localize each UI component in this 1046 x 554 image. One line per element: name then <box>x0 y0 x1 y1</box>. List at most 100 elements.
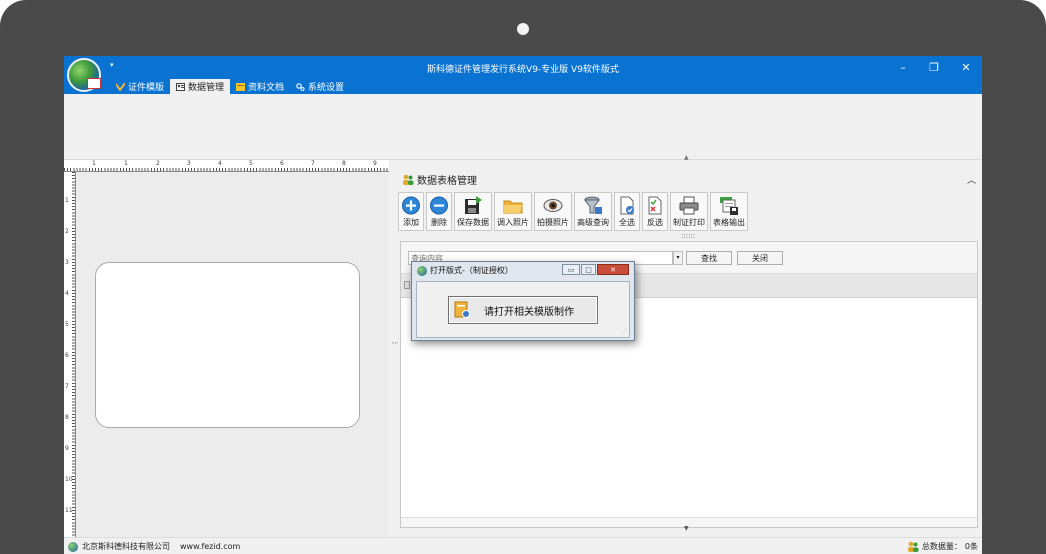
row-selector-header[interactable] <box>404 281 410 289</box>
company-website[interactable]: www.fezid.com <box>180 542 240 551</box>
folder-icon <box>503 200 523 214</box>
add-label: 添加 <box>403 218 419 227</box>
open-template-label: 请打开相关模版制作 <box>484 306 574 318</box>
status-company: 北京斯科德科技有限公司 www.fezid.com <box>68 541 240 552</box>
invert-select-label: 反选 <box>647 218 663 227</box>
ruler-tick: 6 <box>65 352 69 359</box>
menu-item-label: 系统设置 <box>308 83 345 93</box>
status-total: 总数据量： 0条 <box>907 541 978 552</box>
card-canvas[interactable] <box>95 262 360 428</box>
template-icon <box>116 82 125 91</box>
menu-item-label: 数据管理 <box>188 83 225 93</box>
ruler-tick: 2 <box>156 160 160 167</box>
ruler-tick: 9 <box>373 160 377 167</box>
select-all-label: 全选 <box>619 218 635 227</box>
collapse-down-arrow[interactable]: ▼ <box>684 525 689 532</box>
company-name: 北京斯科德科技有限公司 <box>82 542 170 551</box>
ribbon-area <box>64 94 982 160</box>
laptop-bezel: ▾ 斯科德证件管理发行系统V9-专业版 V9软件版式 – ❐ ✕ 证件模版 数据… <box>0 0 1046 554</box>
ruler-tick: 1 <box>124 160 128 167</box>
ruler-tick: 8 <box>342 160 346 167</box>
ruler-tick: 5 <box>249 160 253 167</box>
collapse-panel-button[interactable]: ︿ <box>967 173 976 186</box>
dialog-minimize-button[interactable]: ▭ <box>562 264 580 275</box>
import-photo-label: 调入照片 <box>497 218 529 227</box>
delete-label: 删除 <box>431 218 447 227</box>
ruler-tick: 3 <box>187 160 191 167</box>
dialog-title-bar[interactable]: 打开版式-（制证授权） ▭ □ ✕ <box>412 262 634 279</box>
ruler-tick: 1 <box>65 197 69 204</box>
save-data-button[interactable]: 保存数据 <box>454 192 492 231</box>
open-template-dialog: 打开版式-（制证授权） ▭ □ ✕ 请打开相关模版制作 ⋰ <box>411 261 635 341</box>
close-button[interactable]: ✕ <box>956 61 976 74</box>
add-button[interactable]: 添加 <box>398 192 424 231</box>
dialog-title: 打开版式-（制证授权） <box>430 266 513 275</box>
ruler-tick: 4 <box>218 160 222 167</box>
camera-eye-icon <box>543 199 563 212</box>
export-table-label: 表格输出 <box>713 218 745 227</box>
add-icon <box>402 196 420 215</box>
advanced-query-button[interactable]: 高级查询 <box>574 192 612 231</box>
ruler-tick: 6 <box>280 160 284 167</box>
save-data-label: 保存数据 <box>457 218 489 227</box>
select-all-button[interactable]: 全选 <box>614 192 640 231</box>
data-panel: 数据表格管理 ︿ 添加 删除 保存数据 调入照片 拍摄照片 高级查询 全选 反选… <box>398 160 982 540</box>
filter-icon <box>584 196 602 214</box>
search-button[interactable]: 查找 <box>686 251 732 265</box>
invert-select-icon <box>648 196 662 215</box>
panel-header: 数据表格管理 ︿ <box>398 169 982 189</box>
dialog-restore-button[interactable]: □ <box>581 264 596 275</box>
ruler-tick: 7 <box>311 160 315 167</box>
panel-title: 数据表格管理 <box>417 175 477 187</box>
take-photo-label: 拍摄照片 <box>537 218 569 227</box>
select-all-icon <box>620 196 634 215</box>
template-file-icon <box>454 301 470 318</box>
ruler-tick: 2 <box>65 228 69 235</box>
menu-item-documents[interactable]: 资料文档 <box>230 79 290 94</box>
app-window: ▾ 斯科德证件管理发行系统V9-专业版 V9软件版式 – ❐ ✕ 证件模版 数据… <box>64 56 982 554</box>
delete-button[interactable]: 删除 <box>426 192 452 231</box>
horizontal-ruler: 1 1 2 3 4 5 6 7 8 9 <box>64 160 389 172</box>
app-globe-icon <box>417 265 427 276</box>
data-toolbar: 添加 删除 保存数据 调入照片 拍摄照片 高级查询 全选 反选 制证打印 表格输… <box>398 192 748 232</box>
document-icon <box>236 82 246 91</box>
users-icon <box>403 174 414 185</box>
ruler-tick: 9 <box>65 445 69 452</box>
ruler-tick: 10 <box>65 476 73 483</box>
vertical-ruler: 1 2 3 4 5 6 7 8 9 10 11 <box>64 172 76 540</box>
close-search-button[interactable]: 关闭 <box>737 251 783 265</box>
take-photo-button[interactable]: 拍摄照片 <box>534 192 572 231</box>
resize-grip[interactable]: ⋰ <box>621 328 627 335</box>
export-table-button[interactable]: 表格输出 <box>710 192 748 231</box>
company-logo-icon <box>68 541 78 552</box>
status-bar: 北京斯科德科技有限公司 www.fezid.com 总数据量： 0条 <box>64 537 982 554</box>
print-card-button[interactable]: 制证打印 <box>670 192 708 231</box>
search-dropdown-button[interactable]: ▾ <box>673 251 683 265</box>
invert-select-button[interactable]: 反选 <box>642 192 668 231</box>
printer-icon <box>679 196 699 215</box>
advanced-query-label: 高级查询 <box>577 218 609 227</box>
toolbar-grip[interactable]: :::::: <box>681 232 695 240</box>
data-icon <box>176 82 186 91</box>
open-template-button[interactable]: 请打开相关模版制作 <box>448 296 598 324</box>
restore-button[interactable]: ❐ <box>924 61 944 74</box>
print-card-label: 制证打印 <box>673 218 705 227</box>
total-label: 总数据量： <box>921 542 962 551</box>
menu-item-data[interactable]: 数据管理 <box>170 79 231 94</box>
save-icon <box>465 196 482 214</box>
ruler-tick: 1 <box>92 160 96 167</box>
menu-item-label: 资料文档 <box>248 83 285 93</box>
dialog-close-button[interactable]: ✕ <box>597 264 629 275</box>
minimize-button[interactable]: – <box>893 61 913 74</box>
total-value: 0条 <box>964 542 978 551</box>
menu-item-label: 证件模版 <box>128 83 165 93</box>
export-icon <box>720 197 738 215</box>
ruler-tick: 5 <box>65 321 69 328</box>
id-card-icon <box>87 78 101 89</box>
menu-item-template[interactable]: 证件模版 <box>110 79 170 94</box>
menu-item-settings[interactable]: 系统设置 <box>290 79 350 94</box>
horizontal-scrollbar[interactable] <box>401 517 977 527</box>
import-photo-button[interactable]: 调入照片 <box>494 192 532 231</box>
ruler-tick: 8 <box>65 414 69 421</box>
main-menu: 证件模版 数据管理 资料文档 系统设置 <box>110 79 350 94</box>
